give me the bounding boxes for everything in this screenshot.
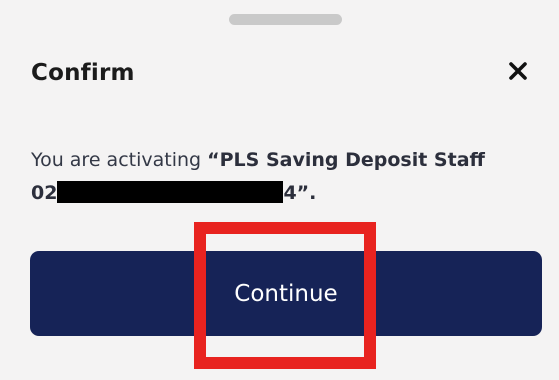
message-suffix: .: [309, 182, 317, 204]
close-icon: [509, 62, 527, 80]
product-name-start: 02: [31, 182, 58, 204]
close-button[interactable]: [503, 56, 533, 86]
confirm-bottom-sheet: Confirm You are activating “PLS Saving D…: [0, 0, 559, 380]
continue-button-label: Continue: [234, 280, 338, 307]
activation-message: You are activating “PLS Saving Deposit S…: [31, 144, 551, 210]
message-line2: 02 4”.: [31, 177, 551, 210]
product-name-line1: “PLS Saving Deposit Staff: [207, 149, 485, 171]
drag-handle[interactable]: [229, 14, 342, 25]
dialog-title: Confirm: [31, 60, 135, 86]
continue-button[interactable]: Continue: [30, 251, 542, 336]
product-name-end: 4”: [283, 182, 310, 204]
message-prefix: You are activating: [31, 149, 208, 171]
redaction-bar: [57, 180, 284, 203]
